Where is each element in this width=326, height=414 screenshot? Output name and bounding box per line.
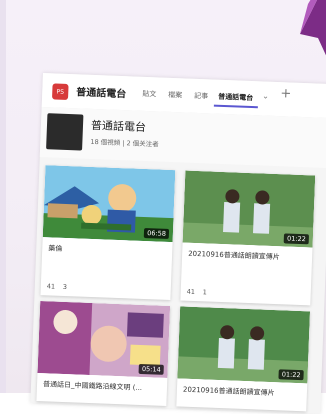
- video-card[interactable]: 05:14 普通話日_中國鐵路沿線文明 (...: [36, 301, 171, 406]
- chevron-down-icon[interactable]: ⌄: [262, 91, 269, 100]
- video-thumbnail[interactable]: 01:22: [177, 306, 311, 384]
- active-tab-indicator: [213, 104, 258, 109]
- comments-count: 3: [62, 282, 68, 292]
- video-title[interactable]: 普通話日_中國鐵路沿線文明 (...: [43, 379, 163, 394]
- corner-ribbon-decoration: [300, 0, 326, 56]
- likes-count: 41: [46, 282, 56, 291]
- tab-posts[interactable]: 貼文: [142, 89, 156, 100]
- video-card[interactable]: 01:22 20210916普通話朗讀宣傳片: [176, 306, 311, 412]
- video-thumbnail[interactable]: 01:22: [182, 170, 316, 248]
- tab-files[interactable]: 檔案: [168, 90, 182, 101]
- tab-mandarin-radio[interactable]: 普通話電台: [218, 92, 253, 103]
- likes-count: 41: [186, 287, 196, 296]
- video-card[interactable]: 06:58 藥倫 41 3: [40, 165, 176, 301]
- video-duration: 06:58: [144, 228, 170, 239]
- video-duration: 01:22: [278, 369, 304, 381]
- left-edge: [0, 0, 6, 393]
- channel-logo: PS: [51, 83, 69, 100]
- channel-window: PS 普通話電台 貼文 檔案 記事 普通話電台 ⌄ + 普通話電台 18 個視頻…: [30, 73, 326, 414]
- tab-notes[interactable]: 記事: [194, 91, 208, 102]
- channel-avatar: [46, 113, 84, 151]
- video-title[interactable]: 藥倫: [48, 243, 168, 258]
- video-thumbnail[interactable]: 06:58: [42, 165, 176, 243]
- channel-header: 普通話電台 18 個視頻 | 2 個关注者: [39, 106, 326, 169]
- video-duration: 01:22: [283, 233, 310, 245]
- comments-count: 1: [202, 288, 207, 297]
- video-title[interactable]: 20210916普通話朗讀宣傳片: [183, 385, 303, 400]
- add-tab-icon[interactable]: +: [280, 86, 291, 101]
- channel-bar-title[interactable]: 普通話電台: [76, 83, 127, 100]
- channel-meta: 18 個視頻 | 2 個关注者: [90, 137, 159, 149]
- video-duration: 05:14: [138, 363, 164, 375]
- video-thumbnail[interactable]: 05:14: [37, 301, 171, 378]
- channel-title: 普通話電台: [90, 118, 147, 134]
- video-card[interactable]: 01:22 20210916普通話朗讀宣傳片 41 1: [180, 170, 316, 306]
- video-title[interactable]: 20210916普通話朗讀宣傳片: [188, 249, 308, 264]
